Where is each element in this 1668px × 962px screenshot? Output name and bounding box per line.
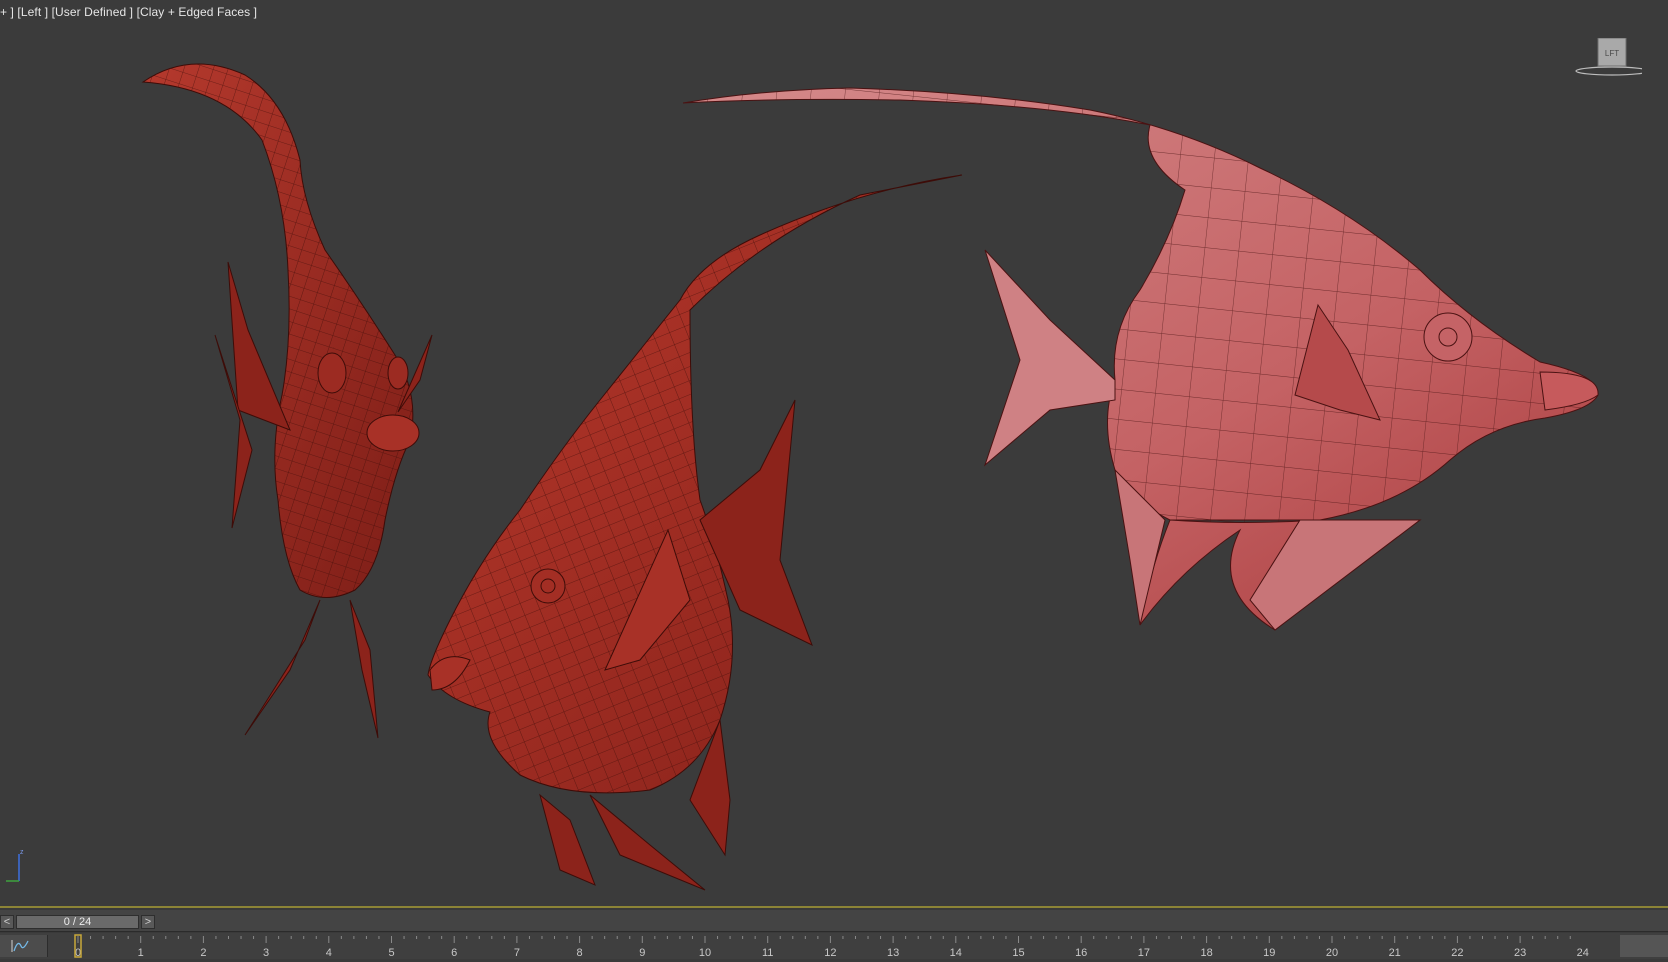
frame-label: 16: [1075, 947, 1087, 959]
frame-label: 7: [514, 947, 520, 959]
time-slider[interactable]: < 0 / 24 >: [0, 910, 1668, 932]
frame-label: 5: [388, 947, 394, 959]
frame-label: 4: [326, 947, 332, 959]
next-frame-button[interactable]: >: [141, 915, 155, 929]
curve-editor-button[interactable]: [0, 935, 48, 957]
frame-label: 10: [699, 947, 711, 959]
viewcube-face-label: LFT: [1605, 49, 1619, 58]
frame-label: 19: [1263, 947, 1275, 959]
viewport-shading-preset[interactable]: [User Defined ]: [52, 5, 134, 19]
fish-model-side[interactable]: [682, 87, 1599, 631]
frame-label: 8: [577, 947, 583, 959]
frame-label: 21: [1389, 947, 1401, 959]
time-slider-handle[interactable]: 0 / 24: [16, 915, 139, 929]
viewport-menu-plus[interactable]: + ]: [0, 5, 14, 19]
previous-frame-button[interactable]: <: [0, 915, 14, 929]
frame-label: 13: [887, 947, 899, 959]
curve-editor-icon: [11, 940, 29, 952]
frame-ruler[interactable]: 0 1 2 3 4 5 6 7 8 9 10 11 12 13 14 15 16 17 18 19 20 21 22 23 24: [48, 933, 1620, 959]
frame-label: 12: [824, 947, 836, 959]
frame-label: 9: [639, 947, 645, 959]
viewcube[interactable]: LFT: [1572, 38, 1642, 80]
axis-tripod-icon: z: [6, 849, 24, 882]
frame-label: 22: [1451, 947, 1463, 959]
frame-label: 24: [1577, 947, 1589, 959]
viewport-point-of-view[interactable]: [Left ]: [17, 5, 48, 19]
track-bar-end-cap: [1620, 935, 1668, 957]
frame-label: 23: [1514, 947, 1526, 959]
fish-model-front[interactable]: [141, 63, 433, 739]
scene-canvas[interactable]: [0, 0, 1668, 906]
frame-label: 15: [1012, 947, 1024, 959]
viewcube-compass-ring[interactable]: [1575, 66, 1642, 76]
viewport-left[interactable]: + ] [Left ] [User Defined ] [Clay + Edge…: [0, 0, 1668, 908]
frame-label: 3: [263, 947, 269, 959]
frame-label: 2: [200, 947, 206, 959]
track-bar[interactable]: 0 1 2 3 4 5 6 7 8 9 10 11 12 13 14 15 16 17 18 19 20 21 22 23 24: [0, 933, 1668, 959]
fish-model-threequarter[interactable]: [427, 174, 963, 891]
frame-label: 11: [762, 947, 773, 959]
viewport-label: + ] [Left ] [User Defined ] [Clay + Edge…: [0, 5, 257, 19]
axis-z-label: z: [20, 849, 24, 856]
frame-label: 1: [138, 947, 144, 959]
frame-label: 18: [1200, 947, 1212, 959]
frame-label: 6: [451, 947, 457, 959]
frame-label: 20: [1326, 947, 1338, 959]
frame-label: 17: [1138, 947, 1150, 959]
viewport-display-mode[interactable]: [Clay + Edged Faces ]: [137, 5, 258, 19]
frame-label: 14: [950, 947, 962, 959]
